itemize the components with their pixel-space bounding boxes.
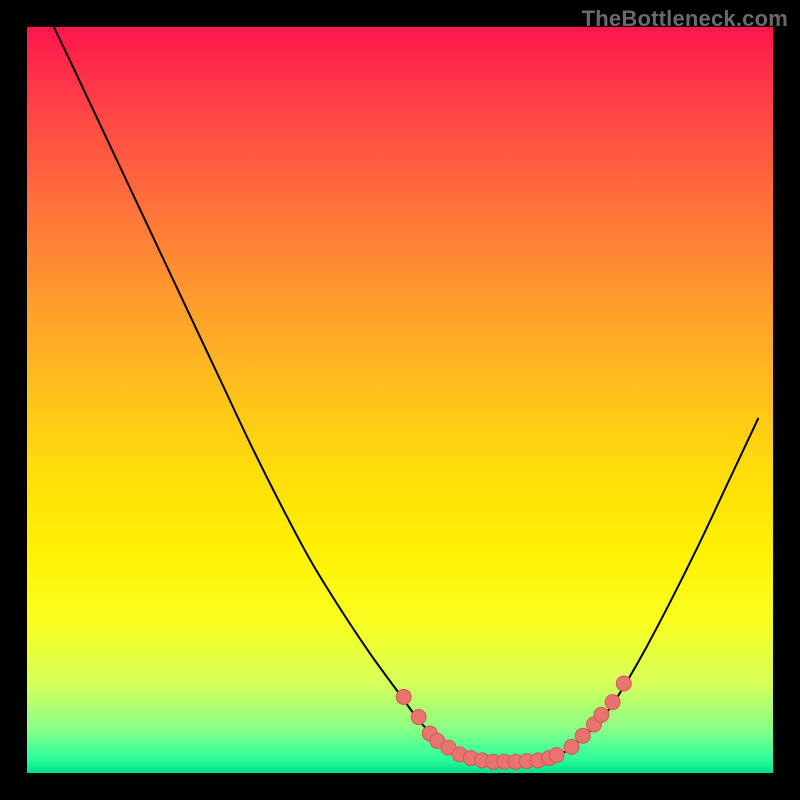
watermark-text: TheBottleneck.com <box>582 6 788 32</box>
chart-stage: TheBottleneck.com <box>0 0 800 800</box>
plot-area <box>27 27 773 773</box>
